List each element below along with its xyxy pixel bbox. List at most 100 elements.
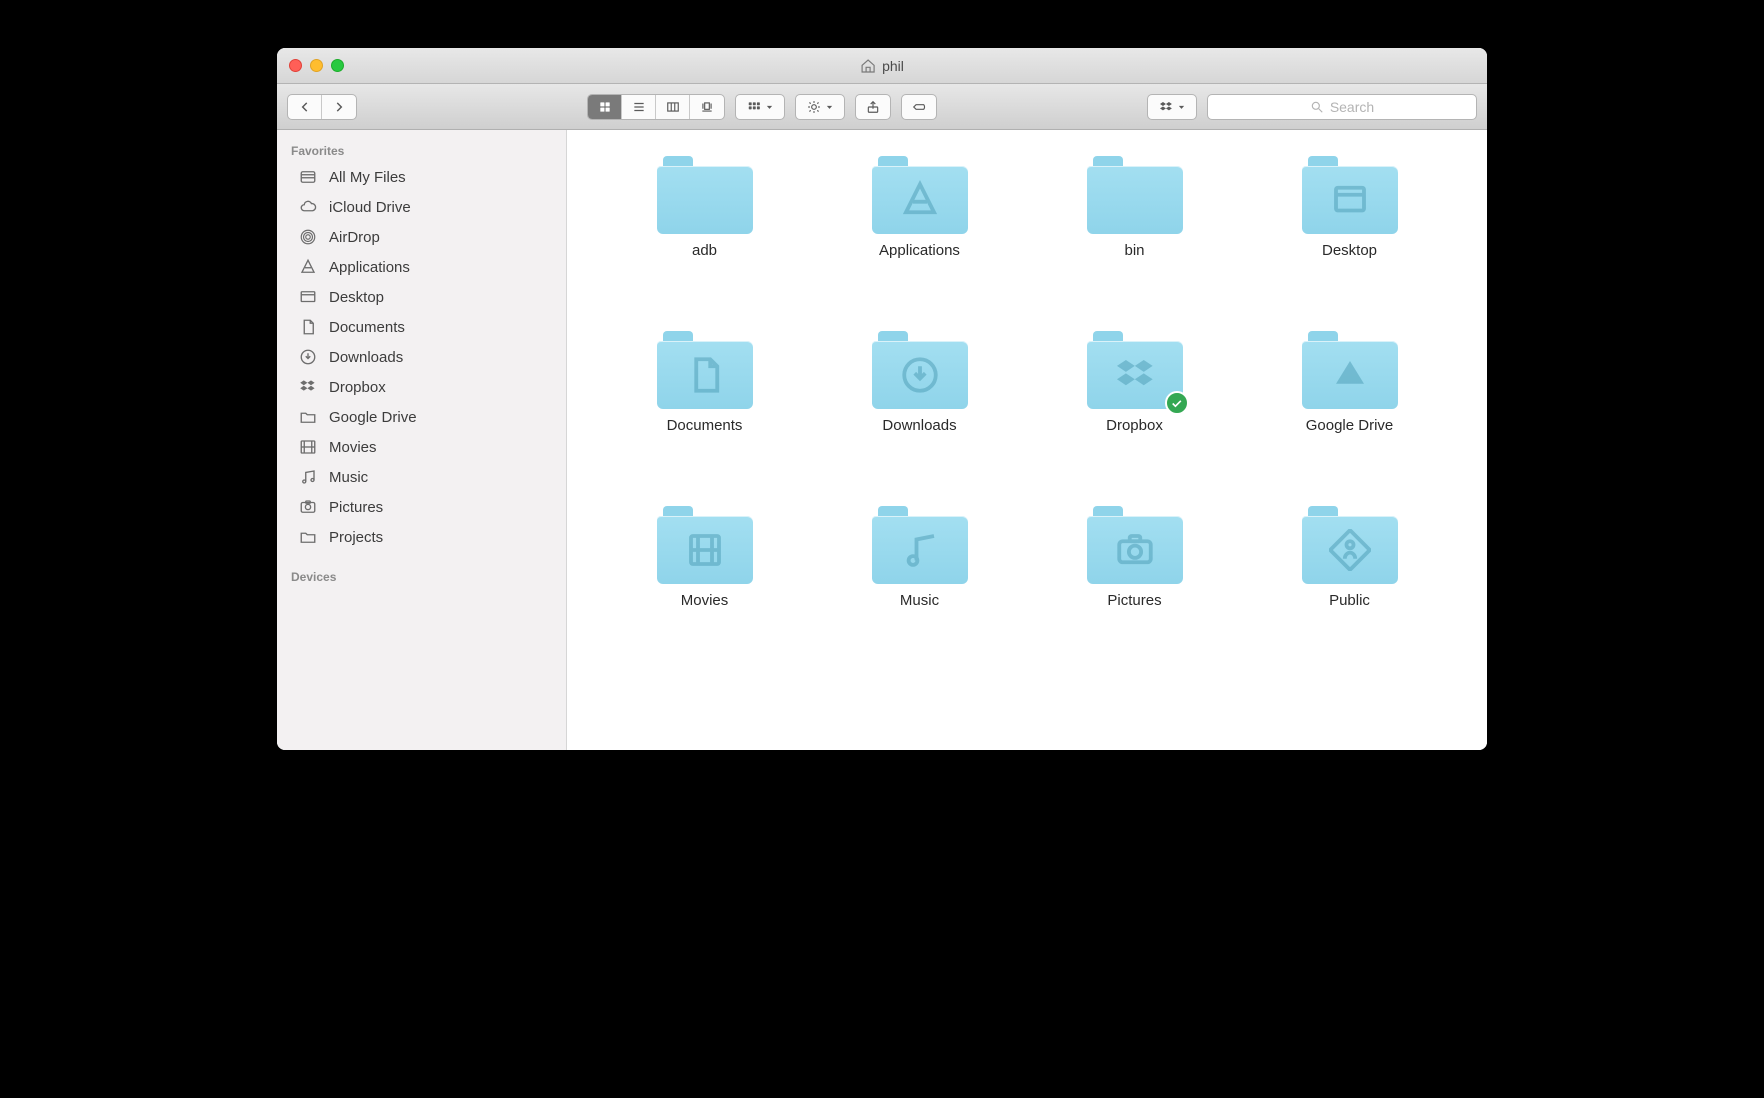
sidebar-item-documents[interactable]: Documents [277,312,566,342]
sidebar-item-label: Applications [329,259,410,276]
sidebar-header-favorites: Favorites [277,136,566,162]
folder-icon [297,407,319,427]
content-area[interactable]: adb Applications bin Desktop Documents [567,130,1487,750]
sidebar-item-movies[interactable]: Movies [277,432,566,462]
minimize-button[interactable] [310,59,323,72]
folder-label: Music [900,592,939,609]
titlebar: phil [277,48,1487,84]
sidebar-item-label: iCloud Drive [329,199,411,216]
folder-item[interactable]: Movies [597,500,812,675]
folder-icon [297,527,319,547]
downloads-icon [297,347,319,367]
folder-icon [657,156,753,234]
folder-label: Dropbox [1106,417,1163,434]
folder-icon [657,331,753,409]
sidebar-item-dropbox[interactable]: Dropbox [277,372,566,402]
applications-icon [297,257,319,277]
window-body: Favorites All My Files iCloud Drive AirD… [277,130,1487,750]
folder-item[interactable]: Downloads [812,325,1027,500]
window-title-text: phil [882,58,904,74]
icloud-icon [297,197,319,217]
folder-item[interactable]: adb [597,150,812,325]
arrange-button-group [735,94,785,120]
sidebar-item-desktop[interactable]: Desktop [277,282,566,312]
folder-label: Applications [879,242,960,259]
share-button[interactable] [856,95,890,119]
folder-item[interactable]: Applications [812,150,1027,325]
folder-icon [872,156,968,234]
search-placeholder: Search [1330,99,1374,115]
movies-icon [297,437,319,457]
folder-item[interactable]: Pictures [1027,500,1242,675]
folder-label: Public [1329,592,1370,609]
sidebar-item-label: Desktop [329,289,384,306]
finder-window: phil [277,48,1487,750]
sidebar-item-applications[interactable]: Applications [277,252,566,282]
fullscreen-button[interactable] [331,59,344,72]
sidebar-item-icloud-drive[interactable]: iCloud Drive [277,192,566,222]
folder-item[interactable]: Public [1242,500,1457,675]
folder-label: Downloads [882,417,956,434]
folder-item[interactable]: bin [1027,150,1242,325]
sidebar-item-label: All My Files [329,169,406,186]
all-my-files-icon [297,167,319,187]
folder-icon [872,506,968,584]
sidebar-item-label: Projects [329,529,383,546]
search-field[interactable]: Search [1207,94,1477,120]
folder-label: Movies [681,592,729,609]
folder-item[interactable]: Google Drive [1242,325,1457,500]
icon-view-button[interactable] [588,95,622,119]
nav-buttons [287,94,357,120]
desktop-icon [297,287,319,307]
folder-icon [1302,506,1398,584]
folder-label: Google Drive [1306,417,1394,434]
list-view-button[interactable] [622,95,656,119]
column-view-button[interactable] [656,95,690,119]
coverflow-view-button[interactable] [690,95,724,119]
sidebar-item-google-drive[interactable]: Google Drive [277,402,566,432]
folder-item[interactable]: Dropbox [1027,325,1242,500]
sidebar-item-pictures[interactable]: Pictures [277,492,566,522]
forward-button[interactable] [322,95,356,119]
sidebar-item-label: Downloads [329,349,403,366]
sidebar-item-music[interactable]: Music [277,462,566,492]
sidebar-item-projects[interactable]: Projects [277,522,566,552]
sidebar-item-all-my-files[interactable]: All My Files [277,162,566,192]
folder-label: Pictures [1107,592,1161,609]
music-icon [297,467,319,487]
sidebar-item-label: Music [329,469,368,486]
folder-label: Documents [667,417,743,434]
arrange-button[interactable] [736,95,784,119]
action-button-group [795,94,845,120]
sidebar-item-label: Documents [329,319,405,336]
sidebar-item-label: Pictures [329,499,383,516]
folder-label: bin [1124,242,1144,259]
dropbox-toolbar-button[interactable] [1148,95,1196,119]
sidebar: Favorites All My Files iCloud Drive AirD… [277,130,567,750]
close-button[interactable] [289,59,302,72]
sidebar-header-devices: Devices [277,562,566,588]
folder-icon [1302,156,1398,234]
sidebar-item-label: AirDrop [329,229,380,246]
dropbox-icon [297,377,319,397]
sync-badge-icon [1165,391,1189,415]
folder-icon [1087,331,1183,409]
share-button-group [855,94,891,120]
sidebar-item-downloads[interactable]: Downloads [277,342,566,372]
sidebar-item-airdrop[interactable]: AirDrop [277,222,566,252]
airdrop-icon [297,227,319,247]
tags-button-group [901,94,937,120]
folder-item[interactable]: Desktop [1242,150,1457,325]
tags-button[interactable] [902,95,936,119]
sidebar-item-label: Google Drive [329,409,417,426]
folder-item[interactable]: Documents [597,325,812,500]
folder-icon [1087,506,1183,584]
dropbox-button-group [1147,94,1197,120]
folder-icon [657,506,753,584]
action-button[interactable] [796,95,844,119]
view-mode-buttons [587,94,725,120]
documents-icon [297,317,319,337]
folder-item[interactable]: Music [812,500,1027,675]
back-button[interactable] [288,95,322,119]
folder-icon [1302,331,1398,409]
